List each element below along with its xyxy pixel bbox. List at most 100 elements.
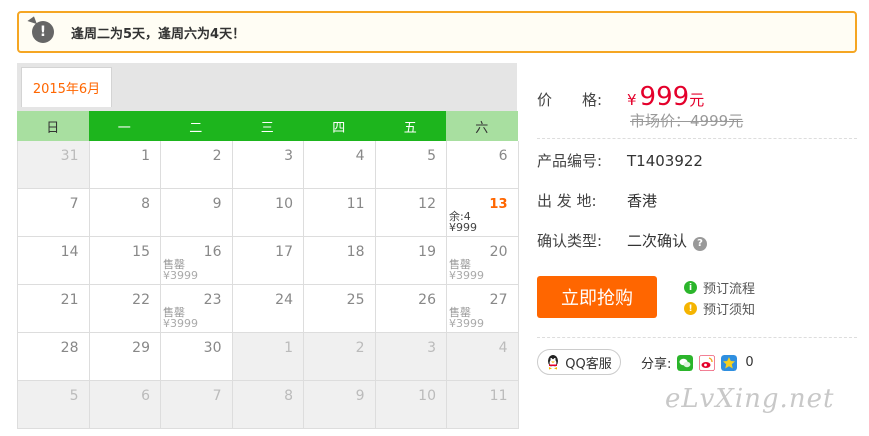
day-number: 30 — [203, 340, 222, 356]
weekday-header: 三 — [231, 111, 303, 141]
weibo-icon[interactable] — [699, 354, 716, 371]
day-price: ¥3999 — [163, 269, 198, 282]
price-unit: 元 — [689, 91, 705, 109]
calendar-day-cell: 14 — [18, 237, 90, 285]
day-number: 26 — [418, 292, 436, 308]
price-amount: 999 — [639, 82, 690, 112]
price-value: ¥999元 — [627, 82, 704, 112]
calendar-day-cell: 3 — [375, 333, 447, 381]
day-number: 12 — [418, 196, 436, 212]
day-number: 29 — [132, 340, 150, 356]
calendar-grid: 31 1 2 3 4 5 6 7 8 9 10 11 12 13 余:4 ¥999 14 15 16 售罄 ¥3999 1… — [17, 141, 519, 429]
qzone-icon[interactable] — [721, 354, 738, 371]
day-number: 10 — [418, 388, 436, 404]
day-number: 22 — [132, 292, 150, 308]
calendar-day-cell: 29 — [89, 333, 161, 381]
code-label: 产品编号: — [537, 152, 603, 170]
calendar-day-cell: 8 — [89, 189, 161, 237]
day-number: 1 — [284, 340, 293, 356]
day-price: ¥999 — [449, 221, 477, 234]
warning-icon: ! — [684, 302, 697, 315]
calendar-day-cell[interactable]: 23 售罄 ¥3999 — [161, 285, 233, 333]
day-number: 2 — [355, 340, 365, 356]
day-number: 3 — [284, 148, 293, 164]
calendar-day-cell: 11 — [304, 189, 376, 237]
price-currency: ¥ — [627, 91, 637, 109]
day-number: 27 — [489, 292, 508, 308]
market-price: 市场价：4999元 — [630, 112, 744, 130]
day-number: 9 — [212, 196, 222, 212]
exclamation-icon: ! — [32, 21, 54, 43]
product-panel: 价 格: ¥999元 市场价：4999元 产品编号: T1403922 出 发 … — [537, 0, 857, 436]
calendar-day-cell: 21 — [18, 285, 90, 333]
code-row: 产品编号: T1403922 — [537, 150, 703, 171]
share-bar: 分享: 0 — [641, 353, 754, 372]
calendar-day-cell: 5 — [375, 141, 447, 189]
weekday-header: 六 — [446, 111, 518, 141]
calendar-day-cell[interactable]: 16 售罄 ¥3999 — [161, 237, 233, 285]
day-number: 8 — [141, 196, 150, 212]
day-number: 5 — [427, 148, 436, 164]
day-number: 6 — [498, 148, 508, 164]
calendar-day-cell: 8 — [232, 381, 304, 429]
calendar-tab-bar: 2015年6月 — [17, 63, 517, 111]
calendar-day-cell: 6 — [89, 381, 161, 429]
weekday-header: 日 — [17, 111, 89, 141]
calendar-day-cell[interactable]: 13 余:4 ¥999 — [447, 189, 519, 237]
day-number: 6 — [141, 388, 150, 404]
calendar-day-cell: 18 — [304, 237, 376, 285]
calendar-day-cell: 26 — [375, 285, 447, 333]
calendar-day-cell: 2 — [161, 141, 233, 189]
booking-notes-label: 预订须知 — [703, 303, 756, 318]
weekday-header: 二 — [160, 111, 232, 141]
qq-service-button[interactable]: QQ客服 — [537, 349, 621, 375]
calendar-day-cell: 19 — [375, 237, 447, 285]
buy-now-button[interactable]: 立即抢购 — [537, 276, 657, 318]
notice-text: 逢周二为5天，逢周六为4天！ — [71, 26, 246, 42]
calendar-day-cell[interactable]: 20 售罄 ¥3999 — [447, 237, 519, 285]
day-price: ¥3999 — [163, 317, 198, 330]
day-number: 1 — [141, 148, 150, 164]
divider — [537, 138, 857, 139]
tab-month[interactable]: 2015年6月 — [21, 67, 112, 107]
calendar-day-cell: 1 — [89, 141, 161, 189]
calendar-day-cell: 15 — [89, 237, 161, 285]
share-label: 分享: — [641, 357, 672, 372]
day-number: 20 — [489, 244, 508, 260]
help-icon[interactable]: ? — [693, 237, 708, 251]
day-number: 10 — [275, 196, 293, 212]
origin-row: 出 发 地: 香港 — [537, 190, 657, 211]
day-number: 4 — [355, 148, 365, 164]
calendar-day-cell: 30 — [161, 333, 233, 381]
calendar-day-cell: 10 — [375, 381, 447, 429]
price-row: 价 格: ¥999元 — [537, 82, 704, 112]
day-number: 13 — [489, 197, 508, 212]
calendar-day-cell: 5 — [18, 381, 90, 429]
calendar-day-cell: 7 — [161, 381, 233, 429]
booking-flow-label: 预订流程 — [703, 282, 756, 297]
calendar-day-cell: 6 — [447, 141, 519, 189]
day-number: 23 — [203, 292, 222, 308]
booking-notes-link[interactable]: ! 预订须知 — [684, 299, 755, 318]
calendar-day-cell[interactable]: 27 售罄 ¥3999 — [447, 285, 519, 333]
calendar-day-cell: 7 — [18, 189, 90, 237]
day-number: 24 — [275, 292, 293, 308]
day-number: 7 — [69, 196, 79, 212]
calendar-day-cell: 22 — [89, 285, 161, 333]
calendar: 日一二三四五六 31 1 2 3 4 5 6 7 8 9 10 11 12 13 余:4 ¥999 14 15 16… — [17, 111, 519, 429]
day-number: 11 — [489, 388, 508, 404]
booking-flow-link[interactable]: i 预订流程 — [684, 278, 755, 297]
calendar-day-cell: 4 — [304, 141, 376, 189]
calendar-day-cell: 9 — [161, 189, 233, 237]
weekday-header: 四 — [303, 111, 375, 141]
wechat-icon[interactable] — [677, 354, 694, 371]
origin-label: 出 发 地: — [537, 192, 597, 210]
day-number: 11 — [346, 196, 365, 212]
calendar-day-cell: 28 — [18, 333, 90, 381]
calendar-day-cell: 17 — [232, 237, 304, 285]
day-number: 9 — [355, 388, 365, 404]
calendar-day-cell: 4 — [447, 333, 519, 381]
calendar-day-cell: 3 — [232, 141, 304, 189]
day-number: 17 — [275, 244, 293, 260]
day-number: 4 — [498, 340, 508, 356]
